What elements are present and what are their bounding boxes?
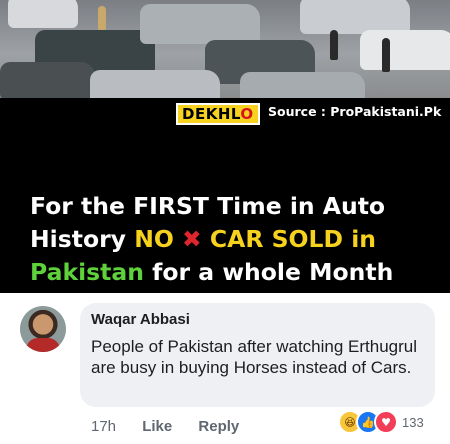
headline: For the FIRST Time in Auto History NO ✖ …	[30, 190, 445, 289]
like-button[interactable]: Like	[142, 418, 172, 435]
cross-icon: ✖	[182, 225, 202, 253]
headline-line-1: For the FIRST Time in Auto	[30, 192, 386, 220]
source-label: Source : ProPakistani.Pk	[268, 104, 442, 119]
comment-author[interactable]: Waqar Abbasi	[91, 311, 190, 328]
shared-post-image[interactable]: DEKHLO Source : ProPakistani.Pk For the …	[0, 0, 450, 293]
reaction-count: 133	[402, 414, 424, 430]
reactions-summary[interactable]: 😆 👍 ♥ 133	[338, 410, 424, 434]
comment-text: People of Pakistan after watching Erthug…	[91, 337, 418, 377]
headline-line-2: History NO ✖ CAR SOLD in	[30, 225, 376, 253]
headline-line-3: Pakistan for a whole Month	[30, 258, 394, 286]
love-icon: ♥	[374, 410, 398, 434]
comment-actions: 17h Like Reply	[91, 418, 261, 435]
comment-timestamp[interactable]: 17h	[91, 418, 116, 435]
reply-button[interactable]: Reply	[198, 418, 239, 435]
avatar[interactable]	[20, 306, 66, 352]
car-showroom-photo	[0, 0, 450, 98]
dekhlo-logo: DEKHLO	[176, 103, 260, 125]
